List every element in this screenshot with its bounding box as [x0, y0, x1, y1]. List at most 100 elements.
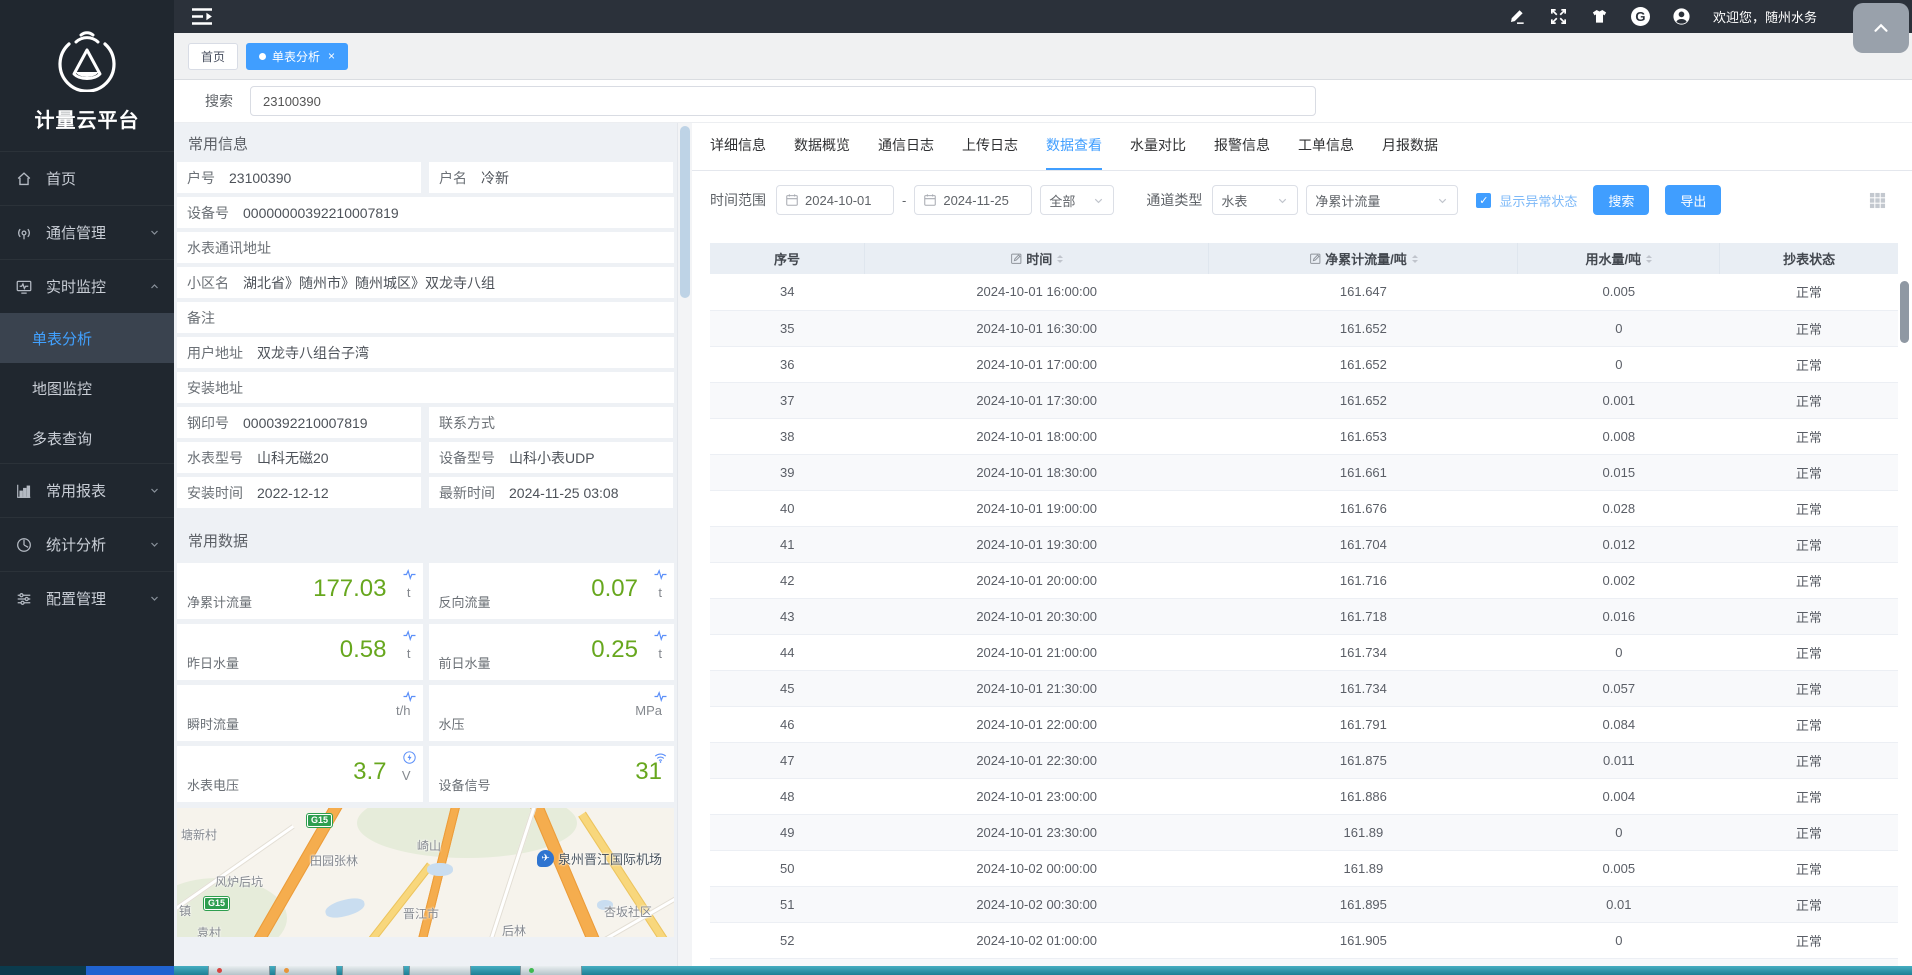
table-row[interactable]: 432024-10-01 20:30:00161.7180.016正常 — [710, 598, 1898, 634]
sidebar-item-realtime[interactable]: 实时监控 — [0, 259, 174, 313]
table-cell: 39 — [710, 454, 864, 490]
table-row[interactable]: 362024-10-01 17:00:00161.6520正常 — [710, 346, 1898, 382]
tab-0[interactable]: 详细信息 — [710, 135, 766, 170]
table-row[interactable]: 372024-10-01 17:30:00161.6520.001正常 — [710, 382, 1898, 418]
table-cell: 2024-10-01 16:00:00 — [864, 274, 1209, 310]
g-logo-icon[interactable]: G — [1631, 7, 1650, 26]
table-row[interactable]: 502024-10-02 00:00:00161.890.005正常 — [710, 850, 1898, 886]
airplane-icon: ✈ — [537, 850, 554, 867]
avatar[interactable] — [1672, 7, 1691, 26]
fullscreen-icon[interactable] — [1549, 7, 1568, 26]
table-cell: 2024-10-02 00:30:00 — [864, 886, 1209, 922]
detail-tabs: 详细信息数据概览通信日志上传日志数据查看水量对比报警信息工单信息月报数据 — [692, 123, 1912, 171]
taskbar-button[interactable] — [208, 966, 270, 975]
taskbar-active-app[interactable] — [86, 966, 174, 975]
end-date-picker[interactable]: 2024-11-25 — [914, 185, 1032, 215]
table-row[interactable]: 512024-10-02 00:30:00161.8950.01正常 — [710, 886, 1898, 922]
table-cell: 正常 — [1720, 778, 1898, 814]
theme-icon[interactable] — [1590, 7, 1609, 26]
table-row[interactable]: 472024-10-01 22:30:00161.8750.011正常 — [710, 742, 1898, 778]
sort-caret-icon[interactable] — [1057, 255, 1063, 263]
chevron-down-icon — [147, 483, 162, 498]
column-settings-grid-icon[interactable] — [1869, 192, 1886, 209]
all-filter-select[interactable]: 全部 — [1040, 185, 1114, 215]
search-input[interactable] — [250, 86, 1316, 116]
channel-select[interactable]: 水表 — [1212, 185, 1298, 215]
info-field: 联系方式 — [429, 407, 673, 438]
stat-label: 瞬时流量 — [187, 714, 239, 733]
show-abnormal-checkbox[interactable]: ✓ — [1476, 193, 1491, 208]
taskbar-button[interactable] — [409, 966, 471, 975]
table-cell: 50 — [710, 850, 864, 886]
table-cell: 2024-10-02 00:00:00 — [864, 850, 1209, 886]
table-row[interactable]: 482024-10-01 23:00:00161.8860.004正常 — [710, 778, 1898, 814]
map-airport-marker[interactable]: ✈ 泉州晋江国际机场 — [537, 849, 662, 868]
tab-6[interactable]: 报警信息 — [1214, 135, 1270, 170]
left-panel-scrollbar[interactable] — [677, 123, 692, 966]
sidebar-subitem-single-analysis[interactable]: 单表分析 — [0, 313, 174, 363]
sidebar-item-reports[interactable]: 常用报表 — [0, 463, 174, 517]
table-cell: 161.647 — [1209, 274, 1518, 310]
tab-1[interactable]: 数据概览 — [794, 135, 850, 170]
table-row[interactable]: 492024-10-01 23:30:00161.890正常 — [710, 814, 1898, 850]
table-row[interactable]: 522024-10-02 01:00:00161.9050正常 — [710, 922, 1898, 958]
table-row[interactable]: 442024-10-01 21:00:00161.7340正常 — [710, 634, 1898, 670]
table-row[interactable]: 462024-10-01 22:00:00161.7910.084正常 — [710, 706, 1898, 742]
column-header[interactable]: 用水量/吨 — [1518, 243, 1720, 274]
app-title: 计量云平台 — [35, 104, 140, 133]
sidebar-item-comm[interactable]: 通信管理 — [0, 205, 174, 259]
stat-unit: t/h — [396, 703, 410, 718]
table-cell: 正常 — [1720, 310, 1898, 346]
start-date-picker[interactable]: 2024-10-01 — [776, 185, 894, 215]
tab-8[interactable]: 月报数据 — [1382, 135, 1438, 170]
column-header[interactable]: 净累计流量/吨 — [1209, 243, 1518, 274]
scrollbar-thumb[interactable] — [680, 126, 690, 298]
table-row[interactable]: 452024-10-01 21:30:00161.7340.057正常 — [710, 670, 1898, 706]
tab-2[interactable]: 通信日志 — [878, 135, 934, 170]
tab-3[interactable]: 上传日志 — [962, 135, 1018, 170]
sidebar-item-home[interactable]: 首页 — [0, 151, 174, 205]
column-label: 净累计流量/吨 — [1325, 249, 1407, 268]
export-button[interactable]: 导出 — [1665, 185, 1721, 215]
breadcrumb-tab-home[interactable]: 首页 — [188, 43, 238, 70]
table-row[interactable]: 352024-10-01 16:30:00161.6520正常 — [710, 310, 1898, 346]
table-cell: 161.718 — [1209, 598, 1518, 634]
sidebar-item-stats[interactable]: 统计分析 — [0, 517, 174, 571]
breadcrumb-active-label: 单表分析 — [272, 48, 320, 65]
table-row[interactable]: 342024-10-01 16:00:00161.6470.005正常 — [710, 274, 1898, 310]
table-cell: 正常 — [1720, 454, 1898, 490]
tab-7[interactable]: 工单信息 — [1298, 135, 1354, 170]
panel-collapse-button[interactable] — [1853, 3, 1909, 53]
active-dot-icon — [259, 53, 266, 60]
info-field: 小区名湖北省》随州市》随州城区》双龙寺八组 — [177, 267, 674, 298]
collapse-menu-icon[interactable] — [190, 7, 214, 26]
metric-select[interactable]: 净累计流量 — [1306, 185, 1458, 215]
edit-icon[interactable] — [1508, 7, 1527, 26]
tab-5[interactable]: 水量对比 — [1130, 135, 1186, 170]
table-row[interactable]: 532024-10-02 01:30:00161.9050正常 — [710, 958, 1898, 966]
sort-caret-icon[interactable] — [1412, 255, 1418, 263]
table-scrollbar-thumb[interactable] — [1900, 281, 1909, 343]
table-row[interactable]: 412024-10-01 19:30:00161.7040.012正常 — [710, 526, 1898, 562]
tab-4[interactable]: 数据查看 — [1046, 135, 1102, 170]
taskbar-start[interactable] — [0, 966, 86, 975]
os-taskbar[interactable] — [0, 966, 1912, 975]
taskbar-button[interactable] — [342, 966, 404, 975]
table-cell: 161.676 — [1209, 490, 1518, 526]
close-tab-icon[interactable]: × — [328, 49, 335, 63]
search-button[interactable]: 搜索 — [1593, 185, 1649, 215]
table-row[interactable]: 392024-10-01 18:30:00161.6610.015正常 — [710, 454, 1898, 490]
table-row[interactable]: 382024-10-01 18:00:00161.6530.008正常 — [710, 418, 1898, 454]
sidebar-item-config[interactable]: 配置管理 — [0, 571, 174, 625]
sidebar-subitem-multi-query[interactable]: 多表查询 — [0, 413, 174, 463]
breadcrumb-tab-active[interactable]: 单表分析 × — [246, 43, 348, 70]
sort-caret-icon[interactable] — [1646, 255, 1652, 263]
table-row[interactable]: 422024-10-01 20:00:00161.7160.002正常 — [710, 562, 1898, 598]
map-view[interactable]: 塘新村田园张林崎山风炉后坑镇晋江市后林杏坂社区袁村G15G15 ✈ 泉州晋江国际… — [177, 808, 674, 937]
sidebar-subitem-map-monitor[interactable]: 地图监控 — [0, 363, 174, 413]
table-row[interactable]: 402024-10-01 19:00:00161.6760.028正常 — [710, 490, 1898, 526]
table-cell: 正常 — [1720, 562, 1898, 598]
taskbar-button[interactable] — [275, 966, 337, 975]
column-header[interactable]: 时间 — [864, 243, 1209, 274]
taskbar-button[interactable] — [520, 966, 582, 975]
